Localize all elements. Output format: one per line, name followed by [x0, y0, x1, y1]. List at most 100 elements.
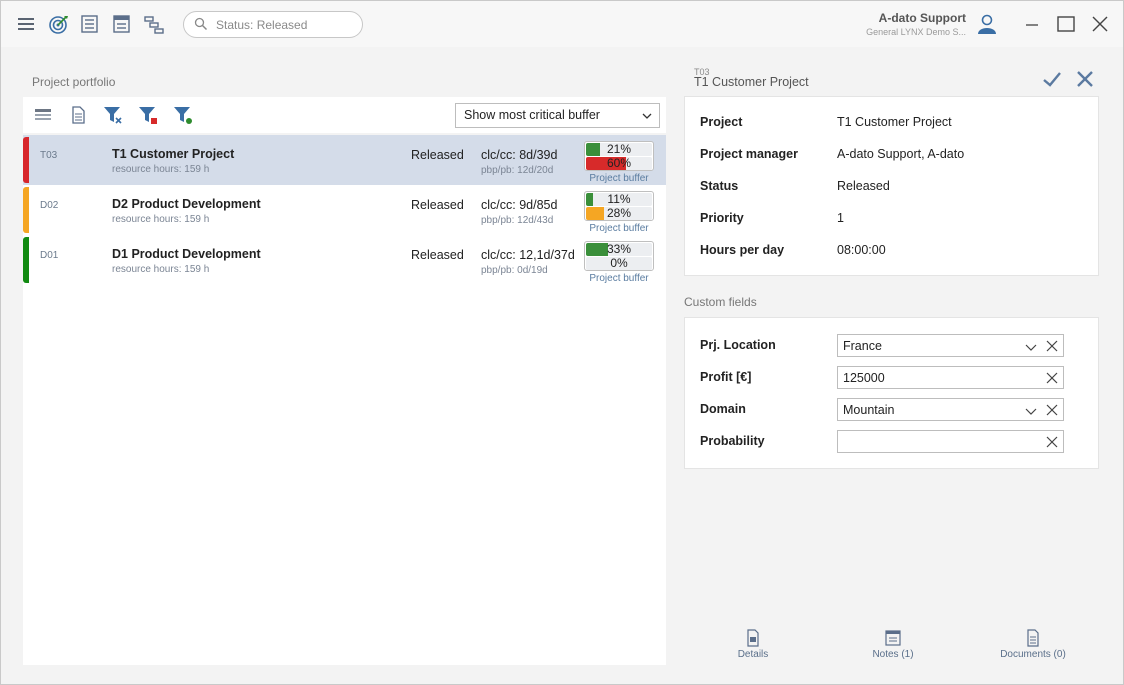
tab-label: Documents (0)	[1000, 649, 1066, 660]
project-name: D2 Product Development	[112, 197, 261, 211]
project-row[interactable]: D01 D1 Product Development resource hour…	[23, 235, 666, 285]
resource-hours: resource hours: 159 h	[112, 214, 210, 225]
top-bar: A-dato Support General LYNX Demo S...	[1, 1, 1123, 47]
gantt-view-icon[interactable]	[143, 13, 165, 35]
buffer-label: Project buffer	[589, 223, 649, 234]
search-input[interactable]	[216, 16, 356, 34]
app-window: A-dato Support General LYNX Demo S... Pr…	[0, 0, 1124, 685]
project-code: D02	[40, 200, 59, 211]
tab-label: Notes (1)	[872, 649, 914, 660]
custom-fields-title: Custom fields	[684, 295, 757, 309]
prop-label: Status	[700, 179, 739, 193]
documents-icon	[1025, 629, 1041, 650]
confirm-check-icon[interactable]	[1041, 68, 1063, 90]
priority-stripe	[23, 237, 29, 283]
prop-label: Priority	[700, 211, 744, 225]
buffer-label: Project buffer	[589, 273, 649, 284]
priority-stripe	[23, 187, 29, 233]
probability-field[interactable]	[837, 430, 1064, 453]
profit-field[interactable]: 125000	[837, 366, 1064, 389]
buffer-bar-completion: 33%	[586, 243, 652, 256]
pbp-value: pbp/pb: 12d/43d	[481, 215, 554, 226]
project-code: T03	[40, 150, 58, 161]
clear-icon[interactable]	[1046, 340, 1058, 355]
prop-value: T1 Customer Project	[837, 115, 952, 129]
board-view-icon[interactable]	[111, 13, 133, 35]
cf-value: 125000	[843, 371, 885, 385]
buffer-select[interactable]: Show most critical buffer	[455, 103, 660, 128]
custom-fields-card: Prj. Location France Profit [€] 125000 D…	[684, 317, 1099, 469]
clc-value: clc/cc: 9d/85d	[481, 198, 558, 212]
clear-icon[interactable]	[1046, 372, 1058, 387]
user-avatar-icon[interactable]	[976, 13, 998, 35]
details-icon	[745, 629, 761, 650]
bar-percent: 33%	[606, 243, 632, 256]
user-name: A-dato Support	[878, 11, 966, 25]
project-row[interactable]: T03 T1 Customer Project resource hours: …	[23, 135, 666, 185]
user-organization: General LYNX Demo S...	[866, 27, 966, 37]
pbp-value: pbp/pb: 0d/19d	[481, 265, 548, 276]
project-code: D01	[40, 250, 59, 261]
cf-label: Domain	[700, 402, 746, 416]
cf-label: Profit [€]	[700, 370, 752, 384]
buffer-bar-completion: 21%	[586, 143, 652, 156]
resource-hours: resource hours: 159 h	[112, 264, 210, 275]
prop-value: 08:00:00	[837, 243, 886, 257]
tab-documents[interactable]: Documents (0)	[973, 629, 1093, 665]
discard-close-icon[interactable]	[1074, 68, 1096, 90]
project-status: Released	[411, 248, 464, 262]
tab-details[interactable]: Details	[693, 629, 813, 665]
close-icon[interactable]	[1089, 13, 1111, 35]
clear-filter-icon[interactable]	[103, 105, 123, 125]
buffer-indicator: 21% 60%	[584, 141, 654, 171]
cf-label: Prj. Location	[700, 338, 776, 352]
bar-percent: 28%	[606, 207, 632, 220]
clc-value: clc/cc: 8d/39d	[481, 148, 558, 162]
notes-icon	[885, 629, 901, 650]
target-icon[interactable]	[47, 13, 69, 35]
project-list: T03 T1 Customer Project resource hours: …	[23, 135, 666, 665]
buffer-select-value: Show most critical buffer	[464, 108, 600, 122]
chevron-down-icon[interactable]	[1025, 341, 1037, 356]
domain-dropdown[interactable]: Mountain	[837, 398, 1064, 421]
project-properties-card: Project T1 Customer Project Project mana…	[684, 96, 1099, 276]
prop-value: Released	[837, 179, 890, 193]
pbp-value: pbp/pb: 12d/20d	[481, 165, 554, 176]
hamburger-menu-icon[interactable]	[15, 13, 37, 35]
list-view-icon[interactable]	[79, 13, 101, 35]
prop-value: A-dato Support, A-dato	[837, 147, 965, 161]
project-status: Released	[411, 148, 464, 162]
portfolio-title: Project portfolio	[32, 75, 116, 89]
project-row[interactable]: D02 D2 Product Development resource hour…	[23, 185, 666, 235]
minimize-icon[interactable]	[1021, 13, 1043, 35]
cf-label: Probability	[700, 434, 765, 448]
prop-value: 1	[837, 211, 844, 225]
grid-view-icon[interactable]	[33, 105, 53, 125]
project-status: Released	[411, 198, 464, 212]
tab-notes[interactable]: Notes (1)	[833, 629, 953, 665]
maximize-icon[interactable]	[1055, 13, 1077, 35]
location-dropdown[interactable]: France	[837, 334, 1064, 357]
tab-label: Details	[737, 649, 769, 660]
bar-percent: 60%	[606, 157, 632, 170]
clc-value: clc/cc: 12,1d/37d	[481, 248, 575, 262]
bar-percent: 11%	[607, 193, 631, 206]
buffer-bar-consumption: 28%	[586, 207, 652, 220]
cf-value: France	[843, 339, 882, 353]
filter-green-icon[interactable]	[173, 105, 193, 125]
chevron-down-icon[interactable]	[1025, 405, 1037, 420]
chevron-down-icon	[641, 110, 653, 125]
prop-label: Hours per day	[700, 243, 785, 257]
buffer-bar-consumption: 60%	[586, 157, 652, 170]
clear-icon[interactable]	[1046, 404, 1058, 419]
document-icon[interactable]	[68, 105, 88, 125]
search-box[interactable]	[183, 11, 363, 38]
buffer-label: Project buffer	[589, 173, 649, 184]
priority-stripe	[23, 137, 29, 183]
filter-red-icon[interactable]	[138, 105, 158, 125]
buffer-indicator: 11% 28%	[584, 191, 654, 221]
buffer-bar-consumption: 0%	[586, 257, 652, 270]
prop-label: Project	[700, 115, 743, 129]
clear-icon[interactable]	[1046, 436, 1058, 451]
detail-project-title: T1 Customer Project	[694, 75, 809, 89]
